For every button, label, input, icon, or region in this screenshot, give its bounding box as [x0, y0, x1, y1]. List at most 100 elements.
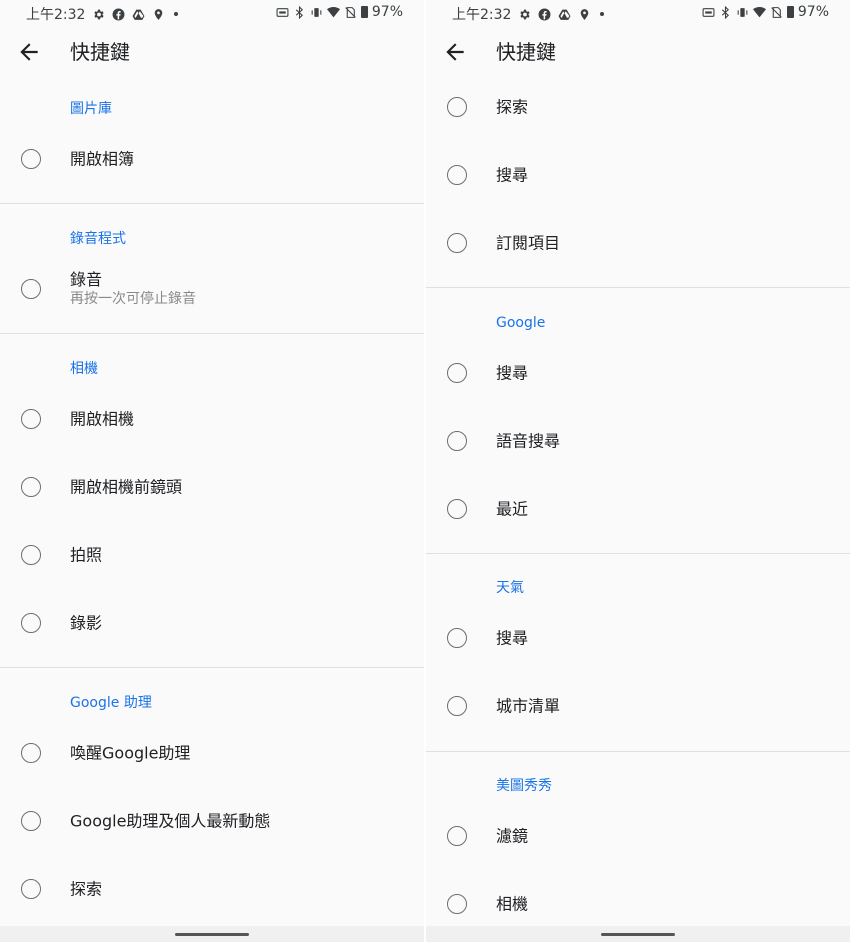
list-item[interactable]: 語音搜尋	[426, 407, 850, 475]
gear-icon	[92, 8, 105, 21]
item-title: 城市清單	[496, 696, 561, 716]
list-item[interactable]: 開啟相機前鏡頭	[0, 453, 424, 521]
bluetooth-icon	[293, 5, 306, 19]
radio-button[interactable]	[21, 879, 41, 899]
radio-button[interactable]	[21, 743, 41, 763]
status-bar: 上午2:32 97%	[0, 0, 424, 26]
list-item[interactable]: 城市清單	[426, 672, 850, 740]
list-item[interactable]: 錄影	[0, 589, 424, 657]
item-title: 開啟相機	[70, 409, 135, 429]
radio-button[interactable]	[447, 97, 467, 117]
section-header-meitu: 美圖秀秀	[496, 778, 552, 794]
item-title: 探索	[496, 97, 529, 117]
battery-icon	[786, 6, 794, 18]
radio-button[interactable]	[447, 826, 467, 846]
radio-button[interactable]	[21, 613, 41, 633]
radio-button[interactable]	[447, 233, 467, 253]
list-item[interactable]: 訂閱項目	[426, 209, 850, 277]
left-screen: 上午2:32 97% 快捷鍵 圖片庫 開啟相簿 錄音程式 錄音 再按一次可停止錄…	[0, 0, 424, 942]
radio-button[interactable]	[21, 477, 41, 497]
radio-button[interactable]	[447, 696, 467, 716]
section-header-camera: 相機	[70, 361, 98, 377]
back-arrow-icon[interactable]	[16, 39, 42, 65]
divider	[0, 667, 424, 668]
list-item[interactable]: 錄音 再按一次可停止錄音	[0, 255, 424, 323]
radio-button[interactable]	[21, 409, 41, 429]
item-title: 錄影	[70, 613, 103, 633]
radio-button[interactable]	[21, 149, 41, 169]
notification-dot	[600, 12, 605, 16]
item-title: 訂閱項目	[496, 233, 561, 253]
list-item[interactable]: 探索	[426, 73, 850, 141]
item-title: 拍照	[70, 545, 103, 565]
radio-button[interactable]	[21, 811, 41, 831]
list-item[interactable]: 開啟相機	[0, 385, 424, 453]
list-item[interactable]: 探索	[0, 855, 424, 923]
radio-button[interactable]	[447, 628, 467, 648]
section-header-weather: 天氣	[496, 580, 524, 596]
item-title: 語音搜尋	[496, 431, 561, 451]
notification-dot	[174, 12, 179, 16]
item-title: 搜尋	[496, 363, 529, 383]
status-time: 上午2:32	[452, 7, 512, 23]
radio-button[interactable]	[447, 894, 467, 914]
home-handle[interactable]	[601, 933, 675, 936]
item-title: 錄音	[70, 270, 103, 289]
no-sim-icon	[344, 6, 357, 19]
radio-button[interactable]	[447, 431, 467, 451]
app-bar: 快捷鍵	[0, 26, 424, 78]
list-item[interactable]: 最近	[426, 475, 850, 543]
item-title: 濾鏡	[496, 826, 529, 846]
bluetooth-icon	[719, 5, 732, 19]
drive-icon	[558, 8, 571, 21]
list-item[interactable]: 濾鏡	[426, 802, 850, 870]
radio-button[interactable]	[447, 363, 467, 383]
wifi-icon	[752, 6, 766, 19]
item-title: 搜尋	[496, 628, 529, 648]
list-item[interactable]: 拍照	[0, 521, 424, 589]
divider	[0, 333, 424, 334]
list-item[interactable]: 搜尋	[426, 141, 850, 209]
vibrate-icon	[736, 6, 749, 19]
radio-button[interactable]	[447, 499, 467, 519]
battery-percent: 97%	[797, 4, 829, 20]
back-arrow-icon[interactable]	[442, 39, 468, 65]
item-title: 探索	[70, 879, 103, 899]
drive-icon	[132, 8, 145, 21]
facebook-icon	[112, 8, 125, 21]
gesture-nav-bar	[426, 926, 850, 942]
divider	[426, 287, 850, 288]
location-icon	[152, 8, 165, 21]
list-item[interactable]: 搜尋	[426, 339, 850, 407]
item-title: 開啟相簿	[70, 149, 135, 169]
item-title: 最近	[496, 499, 529, 519]
battery-percent: 97%	[371, 4, 403, 20]
divider	[0, 203, 424, 204]
list-item[interactable]: 搜尋	[426, 604, 850, 672]
radio-button[interactable]	[21, 279, 41, 299]
facebook-icon	[538, 8, 551, 21]
section-header-recorder: 錄音程式	[70, 231, 126, 247]
status-time: 上午2:32	[26, 7, 86, 23]
item-title: 開啟相機前鏡頭	[70, 477, 183, 497]
item-subtitle: 再按一次可停止錄音	[70, 291, 196, 307]
item-title: 喚醒Google助理	[70, 743, 191, 763]
section-header-assistant: Google 助理	[70, 695, 152, 711]
list-item[interactable]: 喚醒Google助理	[0, 719, 424, 787]
auto-brightness-icon	[702, 6, 715, 19]
divider	[426, 553, 850, 554]
radio-button[interactable]	[21, 545, 41, 565]
item-title: Google助理及個人最新動態	[70, 811, 271, 831]
wifi-icon	[326, 6, 340, 19]
section-header-google: Google	[496, 315, 546, 331]
radio-button[interactable]	[447, 165, 467, 185]
item-title: 相機	[496, 894, 529, 914]
section-header-gallery: 圖片庫	[70, 101, 112, 117]
page-title: 快捷鍵	[70, 40, 130, 64]
battery-icon	[360, 6, 368, 18]
list-item[interactable]: 開啟相簿	[0, 125, 424, 193]
app-bar: 快捷鍵	[426, 26, 850, 78]
home-handle[interactable]	[175, 933, 249, 936]
no-sim-icon	[770, 6, 783, 19]
list-item[interactable]: Google助理及個人最新動態	[0, 787, 424, 855]
